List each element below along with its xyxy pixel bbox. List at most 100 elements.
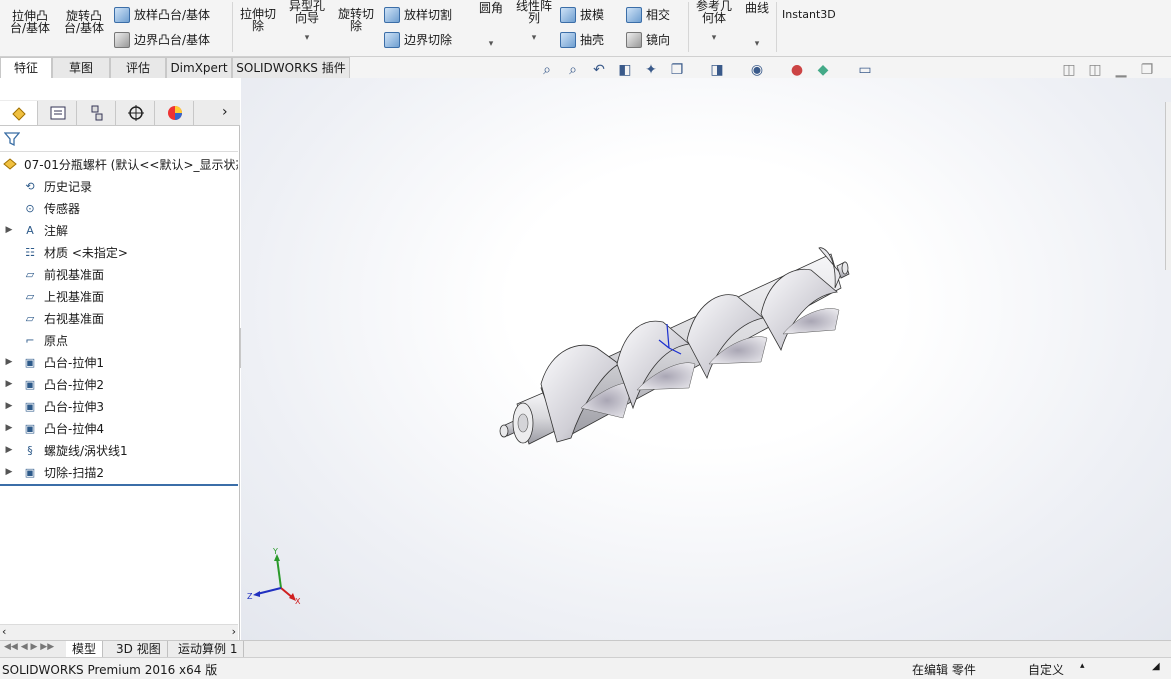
- extrude-feature-icon: ▣: [24, 421, 36, 435]
- expand-arrow-icon[interactable]: ▶: [2, 357, 16, 367]
- revolve-boss-button[interactable]: 旋转凸 台/基体: [58, 4, 110, 34]
- tree-item[interactable]: ▶ ▣ 凸台-拉伸1: [0, 351, 238, 373]
- panel-tabs: ›: [0, 100, 240, 126]
- plane-icon: ▱: [25, 311, 35, 325]
- tab-label: 草图: [68, 61, 93, 75]
- ribbon-separator: [688, 2, 689, 52]
- zoom-to-area-icon[interactable]: ⌕: [564, 62, 582, 78]
- linear-pattern-button[interactable]: 线性阵 列 ▾: [512, 0, 556, 44]
- draft-button[interactable]: 拔模: [560, 6, 604, 23]
- tab-sketch[interactable]: 草图: [52, 57, 110, 78]
- tree-item[interactable]: ▶ ▣ 切除-扫描2: [0, 461, 238, 483]
- part-icon: [2, 156, 18, 172]
- scroll-left-icon[interactable]: ‹: [2, 625, 6, 638]
- tree-item[interactable]: ▱ 前视基准面: [0, 263, 238, 285]
- dimxpert-manager-tab[interactable]: [117, 101, 155, 125]
- hole-wizard-button[interactable]: 异型孔 向导 ▾: [284, 0, 330, 44]
- instant3d-button[interactable]: Instant3D: [782, 8, 836, 21]
- display-manager-tab[interactable]: [156, 101, 194, 125]
- tree-item[interactable]: ▶ § 螺旋线/涡状线1: [0, 439, 238, 461]
- graphics-area[interactable]: Y X Z: [241, 78, 1171, 640]
- screw-shaft-model[interactable]: [241, 78, 1171, 640]
- tab-3d-view[interactable]: 3D 视图: [110, 641, 168, 658]
- tree-item[interactable]: ▶ A 注解: [0, 219, 238, 241]
- chevron-up-icon[interactable]: ▴: [1080, 661, 1085, 671]
- chevron-right-icon[interactable]: ›: [222, 104, 228, 120]
- triad-z-label: Z: [247, 592, 253, 601]
- feature-manager-tab[interactable]: [0, 101, 38, 125]
- configuration-manager-tab[interactable]: [78, 101, 116, 125]
- minimize-icon[interactable]: ▁: [1112, 62, 1130, 78]
- tree-item-label: 切除-扫描2: [44, 465, 104, 480]
- expand-arrow-icon[interactable]: ▶: [2, 401, 16, 411]
- linear-pattern-label: 线性阵 列: [515, 0, 552, 25]
- tree-item[interactable]: ⊙ 传感器: [0, 197, 238, 219]
- boundary-boss-label: 边界凸台/基体: [134, 33, 211, 47]
- tree-item[interactable]: ⌐ 原点: [0, 329, 238, 351]
- panel-expand-icon[interactable]: ◫: [1086, 62, 1104, 78]
- boundary-cut-button[interactable]: 边界切除: [384, 31, 452, 48]
- expand-arrow-icon[interactable]: ▶: [2, 423, 16, 433]
- tree-item[interactable]: ▶ ▣ 凸台-拉伸2: [0, 373, 238, 395]
- expand-arrow-icon[interactable]: ▶: [2, 225, 16, 235]
- shell-button[interactable]: 抽壳: [560, 31, 604, 48]
- crosshair-icon: [127, 105, 144, 121]
- section-view-icon[interactable]: ◧: [616, 62, 634, 78]
- tree-item[interactable]: ▶ ▣ 凸台-拉伸4: [0, 417, 238, 439]
- tab-nav-arrows-icon[interactable]: ◀◀ ◀ ▶ ▶▶: [4, 642, 54, 652]
- tree-item[interactable]: ▱ 右视基准面: [0, 307, 238, 329]
- loft-cut-button[interactable]: 放样切割: [384, 6, 452, 23]
- tree-item[interactable]: ⟲ 历史记录: [0, 175, 238, 197]
- feature-manager-panel: › 07-01分瓶螺杆 (默认<<默认>_显示状态 ⟲ 历史记录 ⊙ 传感器 ▶ A 注解 ☷…: [0, 100, 240, 640]
- tab-evaluate[interactable]: 评估: [110, 57, 166, 78]
- tab-solidworks-addins[interactable]: SOLIDWORKS 插件: [232, 57, 350, 78]
- configuration-icon: [91, 105, 102, 121]
- property-manager-tab[interactable]: [39, 101, 77, 125]
- task-pane-tabs[interactable]: [1165, 102, 1171, 270]
- panel-collapse-icon[interactable]: ◫: [1060, 62, 1078, 78]
- intersect-button[interactable]: 相交: [626, 6, 670, 23]
- display-style-icon[interactable]: ◨: [708, 62, 726, 78]
- revolve-cut-button[interactable]: 旋转切 除: [334, 4, 378, 32]
- rollback-bar[interactable]: [0, 484, 238, 486]
- hide-show-icon[interactable]: ◉: [748, 62, 766, 78]
- tab-features[interactable]: 特征: [0, 57, 52, 78]
- tree-item-label: 凸台-拉伸3: [44, 399, 104, 414]
- fillet-button[interactable]: 圆角 ▾: [474, 0, 508, 50]
- expand-arrow-icon[interactable]: ▶: [2, 467, 16, 477]
- mirror-button[interactable]: 镜向: [626, 31, 670, 48]
- restore-icon[interactable]: ❐: [1138, 62, 1156, 78]
- extrude-cut-button[interactable]: 拉伸切 除: [236, 4, 280, 32]
- previous-view-icon[interactable]: ↶: [590, 62, 608, 78]
- zoom-to-fit-icon[interactable]: ⌕: [538, 62, 556, 78]
- tree-root-part[interactable]: 07-01分瓶螺杆 (默认<<默认>_显示状态: [0, 153, 238, 175]
- tab-dimxpert[interactable]: DimXpert: [166, 57, 232, 78]
- tree-item[interactable]: ▱ 上视基准面: [0, 285, 238, 307]
- expand-arrow-icon[interactable]: ▶: [2, 379, 16, 389]
- tab-motion-study[interactable]: 运动算例 1: [172, 641, 245, 658]
- loft-boss-button[interactable]: 放样凸台/基体: [114, 6, 210, 23]
- edit-appearance-icon[interactable]: ●: [788, 62, 806, 78]
- extrude-boss-button[interactable]: 拉伸凸 台/基体: [4, 4, 56, 34]
- tab-label: 模型: [72, 642, 97, 656]
- boundary-boss-button[interactable]: 边界凸台/基体: [114, 31, 210, 48]
- tree-filter[interactable]: [0, 126, 238, 152]
- view-settings-icon[interactable]: ▭: [856, 62, 874, 78]
- view-orientation-icon[interactable]: ❐: [668, 62, 686, 78]
- helix-icon: §: [27, 443, 33, 457]
- apply-scene-icon[interactable]: ◆: [814, 62, 832, 78]
- units-selector[interactable]: 自定义: [1028, 661, 1064, 678]
- sweep-cut-icon: ▣: [24, 465, 36, 479]
- history-icon: ⟲: [25, 179, 35, 193]
- curves-button[interactable]: 曲线 ▾: [740, 0, 774, 50]
- scroll-right-icon[interactable]: ›: [232, 625, 236, 638]
- extrude-boss-label: 拉伸凸 台/基体: [9, 9, 51, 35]
- draft-icon: [560, 6, 576, 23]
- dynamic-annotation-icon[interactable]: ✦: [642, 62, 660, 78]
- panel-horizontal-scrollbar[interactable]: ‹ ›: [0, 624, 238, 640]
- expand-arrow-icon[interactable]: ▶: [2, 445, 16, 455]
- tree-item[interactable]: ☷ 材质 <未指定>: [0, 241, 238, 263]
- reference-geometry-button[interactable]: 参考几 何体 ▾: [692, 0, 736, 44]
- tree-item[interactable]: ▶ ▣ 凸台-拉伸3: [0, 395, 238, 417]
- tab-model[interactable]: 模型: [66, 641, 104, 658]
